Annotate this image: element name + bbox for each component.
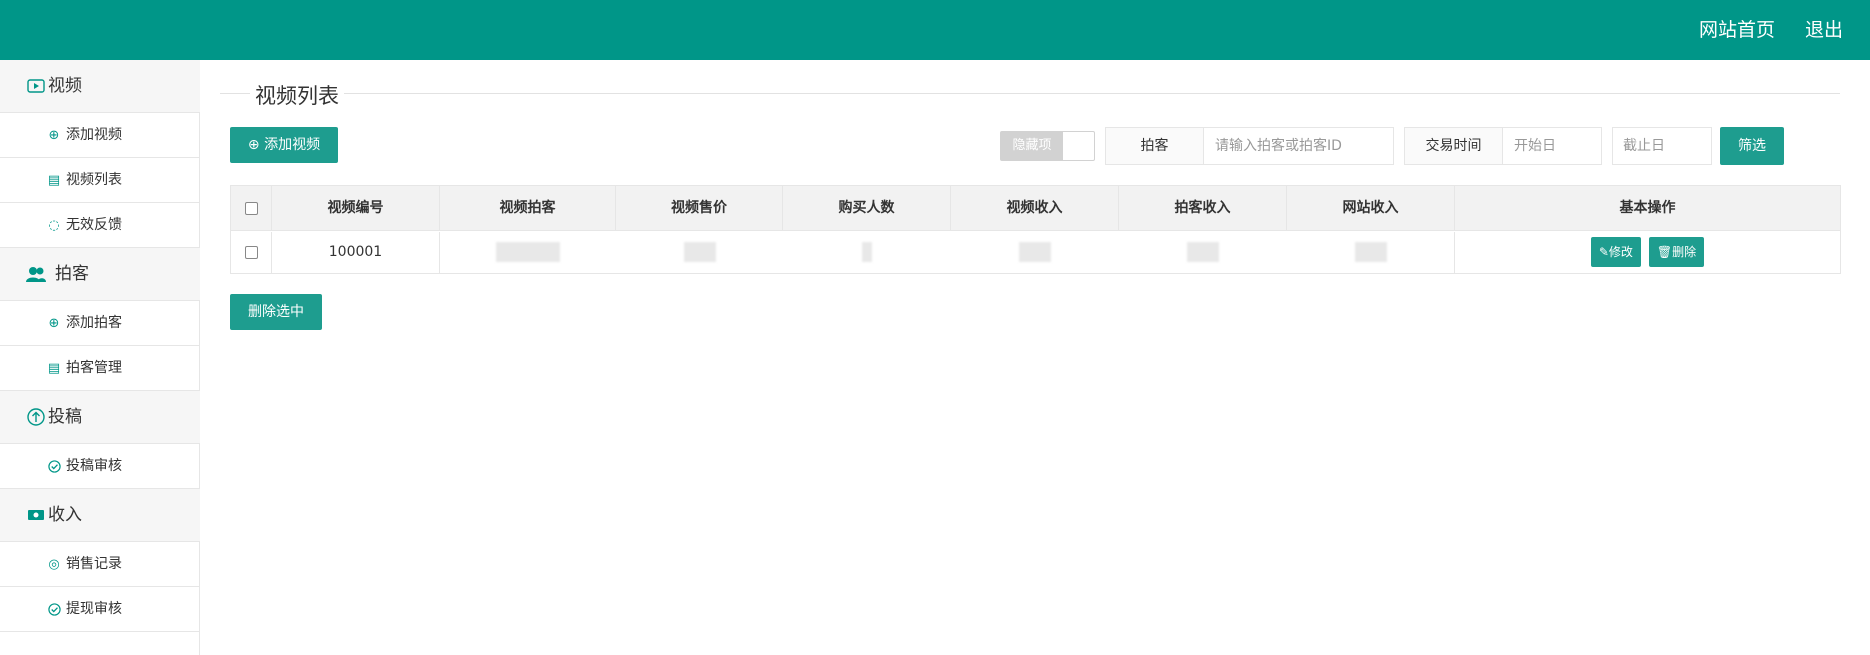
sidebar-item-add-client[interactable]: ⊕ 添加拍客 — [0, 301, 200, 346]
plus-circle-icon: ⊕ — [48, 128, 60, 143]
blurred-cell — [616, 232, 783, 273]
blurred-cell — [783, 232, 951, 273]
sidebar-item-client-manage[interactable]: ▤ 拍客管理 — [0, 346, 200, 391]
select-all-checkbox[interactable] — [244, 201, 258, 215]
row-checkbox[interactable] — [244, 245, 258, 259]
sidebar-group-client[interactable]: 拍客 — [0, 248, 200, 301]
redacted-value — [1019, 242, 1051, 262]
coin-icon: ◎ — [48, 557, 60, 572]
redacted-value — [496, 242, 560, 262]
delete-button[interactable]: 🗑删除 — [1648, 237, 1705, 267]
sidebar-item-sales-records[interactable]: ◎ 销售记录 — [0, 542, 200, 587]
home-link[interactable]: 网站首页 — [1699, 0, 1775, 60]
add-video-button[interactable]: ⊕ 添加视频 — [230, 127, 338, 163]
upload-icon — [25, 391, 47, 444]
client-search-input[interactable]: 请输入拍客或拍客ID — [1215, 128, 1342, 164]
money-icon — [25, 489, 47, 542]
video-id-cell: 100001 — [272, 232, 440, 273]
delete-label: 删除 — [1672, 245, 1697, 259]
redacted-value — [1354, 242, 1387, 262]
logout-link[interactable]: 退出 — [1805, 0, 1843, 60]
col-header: 视频售价 — [616, 186, 783, 230]
sidebar-group-label: 收入 — [48, 505, 82, 525]
sidebar-group-video[interactable]: 视频 — [0, 60, 200, 113]
client-filter-label: 拍客 — [1106, 128, 1204, 164]
pencil-icon: ✎ — [1598, 245, 1609, 259]
sidebar-item-withdraw-review[interactable]: 提现审核 — [0, 587, 200, 632]
start-date-input[interactable]: 开始日 — [1514, 128, 1556, 164]
page-title: 视频列表 — [250, 80, 344, 110]
video-table: 视频编号 视频拍客 视频售价 购买人数 视频收入 拍客收入 网站收入 基本操作 … — [230, 185, 1841, 274]
redacted-value — [862, 242, 872, 262]
top-bar: 网站首页 退出 — [0, 0, 1870, 60]
toggle-label: 隐藏项 — [1001, 132, 1063, 160]
title-divider — [220, 93, 1840, 94]
sidebar-item-label: 投稿审核 — [66, 458, 122, 474]
sidebar-group-submission[interactable]: 投稿 — [0, 391, 200, 444]
table-row: 100001 ✎修改 🗑删除 — [231, 232, 1840, 273]
add-video-label: 添加视频 — [264, 137, 321, 153]
sidebar-item-add-video[interactable]: ⊕ 添加视频 — [0, 113, 200, 158]
check-circle-icon — [45, 587, 63, 632]
client-filter: 拍客 请输入拍客或拍客ID — [1105, 127, 1394, 165]
chat-icon: ◌ — [48, 218, 60, 233]
plus-circle-icon: ⊕ — [247, 137, 260, 153]
document-icon: ▤ — [47, 361, 61, 376]
blurred-cell — [951, 232, 1119, 273]
sidebar-group-label: 拍客 — [55, 264, 89, 284]
sidebar-item-label: 添加视频 — [66, 127, 122, 143]
sidebar-item-submission-review[interactable]: 投稿审核 — [0, 444, 200, 489]
blurred-cell — [1287, 232, 1455, 273]
col-header: 基本操作 — [1619, 200, 1676, 216]
col-header: 拍客收入 — [1119, 186, 1287, 230]
redacted-value — [683, 242, 716, 262]
redacted-value — [1187, 242, 1219, 262]
table-header: 视频编号 视频拍客 视频售价 购买人数 视频收入 拍客收入 网站收入 基本操作 — [231, 186, 1840, 231]
sidebar-item-label: 销售记录 — [66, 556, 122, 572]
sidebar-group-label: 视频 — [48, 76, 82, 96]
sidebar-item-video-list[interactable]: ▤ 视频列表 — [0, 158, 200, 203]
sidebar-group-income[interactable]: 收入 — [0, 489, 200, 542]
sidebar-item-label: 拍客管理 — [66, 360, 122, 376]
sidebar-item-label: 提现审核 — [66, 601, 122, 617]
sidebar-item-invalid-feedback[interactable]: ◌ 无效反馈 — [0, 203, 200, 248]
sidebar: 视频 ⊕ 添加视频 ▤ 视频列表 ◌ 无效反馈 拍客 ⊕ 添加拍客 ▤ 拍客管理… — [0, 60, 200, 655]
document-icon: ▤ — [47, 173, 61, 188]
actions-cell: ✎修改 🗑删除 — [1455, 232, 1840, 273]
time-filter: 交易时间 开始日 — [1404, 127, 1602, 165]
col-header: 视频拍客 — [440, 186, 616, 230]
hidden-items-toggle[interactable]: 隐藏项 — [1000, 131, 1095, 161]
blurred-cell — [1119, 232, 1287, 273]
sidebar-group-label: 投稿 — [48, 407, 82, 427]
col-header: 视频收入 — [951, 186, 1119, 230]
check-circle-icon — [45, 444, 63, 489]
trash-icon: 🗑 — [1656, 245, 1673, 259]
sidebar-item-label: 添加拍客 — [66, 315, 122, 331]
video-icon — [25, 60, 47, 113]
col-header: 购买人数 — [783, 186, 951, 230]
end-date-field: 截止日 — [1612, 127, 1712, 165]
edit-button[interactable]: ✎修改 — [1590, 237, 1641, 267]
header-checkbox-cell — [231, 186, 272, 230]
edit-label: 修改 — [1608, 245, 1633, 259]
users-icon — [25, 248, 47, 301]
sidebar-item-label: 无效反馈 — [66, 217, 122, 233]
time-filter-label: 交易时间 — [1405, 128, 1503, 164]
plus-circle-icon: ⊕ — [48, 316, 60, 331]
col-header: 网站收入 — [1287, 186, 1455, 230]
col-header: 视频编号 — [272, 186, 440, 230]
row-checkbox-cell — [231, 232, 272, 273]
filter-button[interactable]: 筛选 — [1720, 127, 1784, 165]
end-date-input[interactable]: 截止日 — [1623, 128, 1665, 164]
delete-selected-button[interactable]: 删除选中 — [230, 294, 322, 330]
sidebar-item-label: 视频列表 — [66, 172, 122, 188]
blurred-cell — [440, 232, 616, 273]
